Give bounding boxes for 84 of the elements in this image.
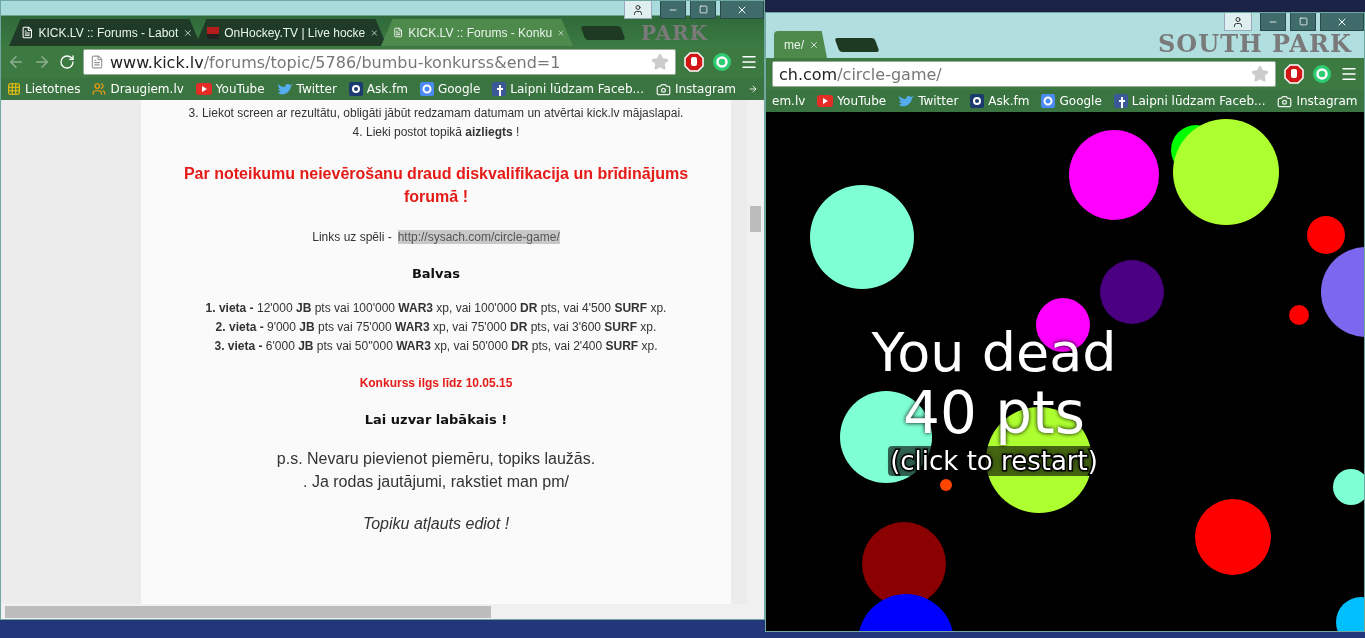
page-icon (21, 26, 34, 39)
close-icon[interactable] (183, 27, 193, 38)
maximize-icon (698, 5, 708, 14)
menu-icon[interactable] (740, 53, 758, 71)
bookmark-link[interactable]: Instagram (1277, 93, 1358, 109)
reload-icon[interactable] (59, 54, 75, 70)
bird-icon (898, 94, 915, 108)
prize-line: 1. vieta - 12'000 JB pts vai 100'000 WAR3 xp, vai 100'000 DR pts, vai 4'500 SURF xp. (205, 300, 667, 317)
horizontal-scrollbar[interactable] (1, 604, 764, 619)
bookmark-link[interactable]: Google (1041, 94, 1102, 108)
browser-tab[interactable]: me/ (774, 31, 827, 58)
theme-text: SOUTH PARK (1158, 29, 1352, 58)
edit-note: Topiku atļauts ediot ! (362, 515, 510, 533)
bookmark-link[interactable]: Twitter (276, 82, 337, 96)
person-icon (632, 3, 644, 16)
address-field[interactable]: ch.com/circle-game/ (772, 61, 1276, 87)
bookmark-link[interactable]: Draugiem.lv (92, 82, 184, 96)
close-icon[interactable] (809, 39, 819, 50)
tile-icon (492, 82, 507, 96)
forward-icon[interactable] (33, 53, 51, 71)
maximize-icon (1298, 17, 1308, 26)
bookmark-link[interactable]: Google (419, 82, 481, 96)
post-text: 3. Liekot screen ar rezultātu, obligāti jābūt redzamam datumam un atvērtai kick.lv mājaslapai. (188, 105, 684, 122)
close-icon[interactable] (370, 27, 379, 38)
menu-icon[interactable] (1340, 65, 1358, 83)
bookmark-link[interactable]: YouTube (195, 82, 265, 96)
bookmark-link[interactable]: YouTube (817, 94, 887, 108)
deadline-text: Konkurss ilgs līdz 10.05.15 (359, 376, 513, 390)
note-text: p.s. Nevaru pievienot piemēru, topiks laužās. (276, 449, 596, 469)
prize-line: 3. vieta - 6'000 JB pts vai 50''000 WAR3 xp, vai 50'000 DR pts, vai 2'400 SURF xp. (214, 338, 658, 355)
game-over-text: You dead (871, 324, 1117, 382)
post-text: 4. Lieki postot topikā aizliegts ! (352, 124, 520, 141)
ring-icon[interactable] (712, 52, 732, 72)
scroll-thumb[interactable] (750, 206, 761, 232)
vertical-scrollbar[interactable] (747, 100, 764, 604)
profile-button[interactable] (1224, 13, 1252, 31)
bird-icon (276, 82, 293, 96)
people-icon (92, 82, 107, 96)
bookmark-link[interactable]: Ask.fm (970, 94, 1030, 108)
bookmark-link[interactable]: Laipni lūdzam Faceb... (1113, 94, 1266, 108)
tile-icon (348, 82, 363, 96)
camera-icon (655, 81, 671, 97)
minimize-button[interactable] (1260, 13, 1286, 31)
maximize-button[interactable] (690, 1, 716, 19)
tile-icon (1041, 94, 1056, 108)
minimize-button[interactable] (660, 1, 686, 19)
scroll-thumb[interactable] (5, 605, 491, 618)
tile-icon (1113, 94, 1128, 108)
grid-icon (7, 82, 21, 96)
play-icon (817, 95, 834, 107)
bookmark-link[interactable]: em.lv (772, 94, 806, 108)
bookmark-link[interactable]: Laipni lūdzam Faceb... (492, 82, 644, 96)
page-icon (90, 55, 104, 69)
back-icon[interactable] (7, 53, 25, 71)
warning-text: Par noteikumu neievērošanu draud diskvalifikacija un brīdinājums forumā ! (182, 164, 690, 207)
star-icon[interactable] (1251, 65, 1269, 83)
play-icon (195, 83, 212, 95)
section-heading: Lai uzvar labākais ! (364, 412, 508, 427)
profile-button[interactable] (624, 1, 652, 19)
game-link[interactable]: http://sysach.com/circle-game/ (397, 230, 560, 244)
camera-icon (1277, 93, 1293, 109)
bookmark-link[interactable]: Instagram (655, 81, 736, 97)
logo-icon (207, 26, 220, 39)
browser-tab[interactable]: KICK.LV :: Forums - Konku (381, 19, 573, 46)
person-icon (1232, 15, 1244, 28)
link-label: Links uz spēli - (312, 230, 392, 244)
bookmark-link[interactable]: Lietotnes (7, 82, 81, 96)
tile-icon (419, 82, 434, 96)
maximize-button[interactable] (1290, 13, 1316, 31)
theme-text: PARK (641, 21, 709, 45)
new-tab-button[interactable] (834, 38, 880, 52)
stop-hand-icon[interactable] (1284, 64, 1304, 84)
star-icon[interactable] (651, 53, 669, 71)
bookmark-link[interactable]: Twitter (898, 94, 959, 108)
section-heading: Balvas (411, 266, 461, 281)
stop-hand-icon[interactable] (684, 52, 704, 72)
address-field[interactable]: www.kick.lv/forums/topic/5786/bumbu-konkurss&end=1 (83, 49, 676, 75)
chevron-icon[interactable] (748, 84, 758, 94)
ring-icon[interactable] (1312, 64, 1332, 84)
note-text: . Ja rodas jautājumi, rakstiet man pm/ (302, 472, 570, 492)
page-icon (393, 26, 404, 39)
prize-line: 2. vieta - 9'000 JB pts vai 75'000 WAR3 xp, vai 75'000 DR pts, vai 3'600 SURF xp. (215, 319, 657, 336)
tile-icon (970, 94, 985, 108)
bookmark-link[interactable]: Ask.fm (348, 82, 408, 96)
